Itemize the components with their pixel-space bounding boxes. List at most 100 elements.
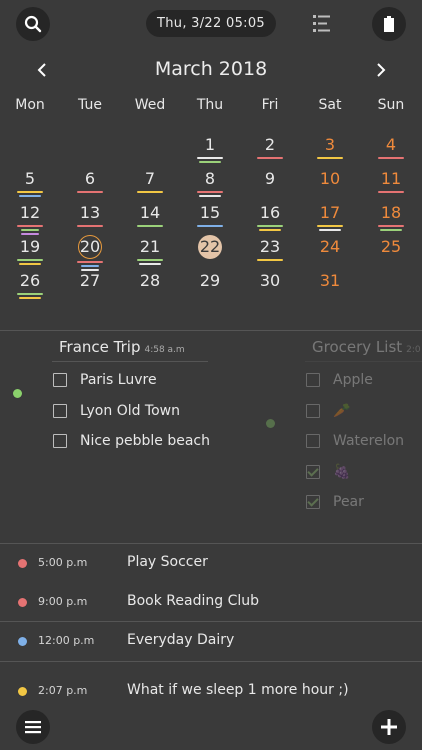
event-marker [197,191,223,193]
event-marker [21,233,39,235]
checkbox[interactable] [306,434,320,448]
todo-item[interactable]: 🍇 [306,462,350,482]
day-number: 22 [198,235,222,259]
todo-item[interactable]: Lyon Old Town [53,401,180,421]
event-marker [17,259,43,261]
day-cell[interactable]: 21 [130,237,170,271]
current-datetime[interactable]: Thu, 3/22 05:05 [146,10,276,37]
day-number: 23 [259,237,281,256]
day-cell[interactable]: 23 [250,237,290,271]
todo-item[interactable]: 🥕 [306,401,350,421]
todo-item[interactable]: Paris Luvre [53,370,157,390]
event-row[interactable]: 5:00 p.m Play Soccer [0,549,422,579]
event-markers [190,157,230,163]
day-cell[interactable]: 8 [190,169,230,203]
day-cell[interactable]: 27 [70,271,110,305]
event-markers [10,293,50,299]
checkbox[interactable] [306,495,320,509]
day-number: 12 [19,203,41,222]
day-number: 25 [380,237,402,256]
day-cell[interactable]: 29 [190,271,230,305]
day-cell[interactable]: 22 [190,235,230,271]
event-marker [317,225,343,227]
divider [0,543,422,544]
day-cell[interactable]: 15 [190,203,230,237]
todo-item[interactable]: Nice pebble beach [53,431,210,451]
event-markers [250,259,290,261]
menu-icon [25,721,41,734]
day-cell[interactable]: 5 [10,169,50,203]
checkbox[interactable] [53,434,67,448]
notes-button[interactable] [372,7,406,41]
day-number: 6 [84,169,96,188]
day-number: 30 [259,271,281,290]
day-cell[interactable]: 25 [371,237,411,271]
event-row[interactable]: 9:00 p.m Book Reading Club [0,588,422,618]
checkbox[interactable] [53,373,67,387]
event-time: 12:00 p.m [38,634,95,647]
add-button[interactable] [372,710,406,744]
day-cell[interactable]: 11 [371,169,411,203]
next-month-button[interactable] [369,58,393,82]
day-cell[interactable]: 16 [250,203,290,237]
event-marker [17,225,43,227]
day-number: 18 [380,203,402,222]
todo-item[interactable]: Waterelon [306,431,404,451]
event-marker [17,191,43,193]
checkbox[interactable] [306,464,320,479]
event-markers [70,191,110,193]
event-dot [18,687,27,696]
menu-button[interactable] [16,710,50,744]
day-cell[interactable]: 4 [371,135,411,169]
day-cell[interactable]: 30 [250,271,290,305]
todo-item[interactable]: Pear [306,492,364,512]
event-dot [18,637,27,646]
day-cell[interactable]: 14 [130,203,170,237]
day-number: 31 [319,271,341,290]
todo-label: Lyon Old Town [80,402,180,419]
day-cell[interactable]: 19 [10,237,50,271]
event-marker [137,259,163,261]
day-cell[interactable]: 9 [250,169,290,203]
event-marker [257,259,283,261]
day-cell[interactable]: 10 [310,169,350,203]
day-number: 4 [385,135,397,154]
event-title: Everyday Dairy [127,632,235,648]
event-time: 9:00 p.m [38,595,88,608]
day-cell[interactable]: 24 [310,237,350,271]
checkbox[interactable] [306,403,320,418]
day-cell[interactable]: 20 [70,235,110,271]
list-view-icon [313,15,330,32]
day-cell[interactable]: 12 [10,203,50,237]
event-row[interactable]: 2:07 p.m What if we sleep 1 more hour ;) [0,677,422,707]
day-cell[interactable]: 18 [371,203,411,237]
list-dot [13,389,22,398]
divider [0,621,422,622]
event-markers [190,225,230,227]
weekday-2: Wed [134,97,166,113]
day-cell[interactable]: 3 [310,135,350,169]
event-markers [130,259,170,265]
todo-item[interactable]: Apple [306,370,373,390]
search-button[interactable] [16,7,50,41]
day-cell[interactable]: 2 [250,135,290,169]
event-row[interactable]: 12:00 p.m Everyday Dairy [0,627,422,657]
event-marker [259,229,281,231]
event-marker [199,195,221,197]
day-cell[interactable]: 6 [70,169,110,203]
day-cell[interactable]: 31 [310,271,350,305]
todo-label: 🥕 [333,402,351,419]
day-cell[interactable]: 1 [190,135,230,169]
list-view-button[interactable] [310,12,334,36]
day-cell[interactable]: 26 [10,271,50,305]
checkbox[interactable] [53,403,67,418]
checkbox[interactable] [306,373,320,387]
day-cell[interactable]: 7 [130,169,170,203]
day-cell[interactable]: 17 [310,203,350,237]
weekday-0: Mon [15,97,45,113]
day-cell[interactable]: 13 [70,203,110,237]
day-cell[interactable]: 28 [130,271,170,305]
day-number: 8 [204,169,216,188]
event-markers [371,191,411,193]
day-number: 11 [380,169,402,188]
